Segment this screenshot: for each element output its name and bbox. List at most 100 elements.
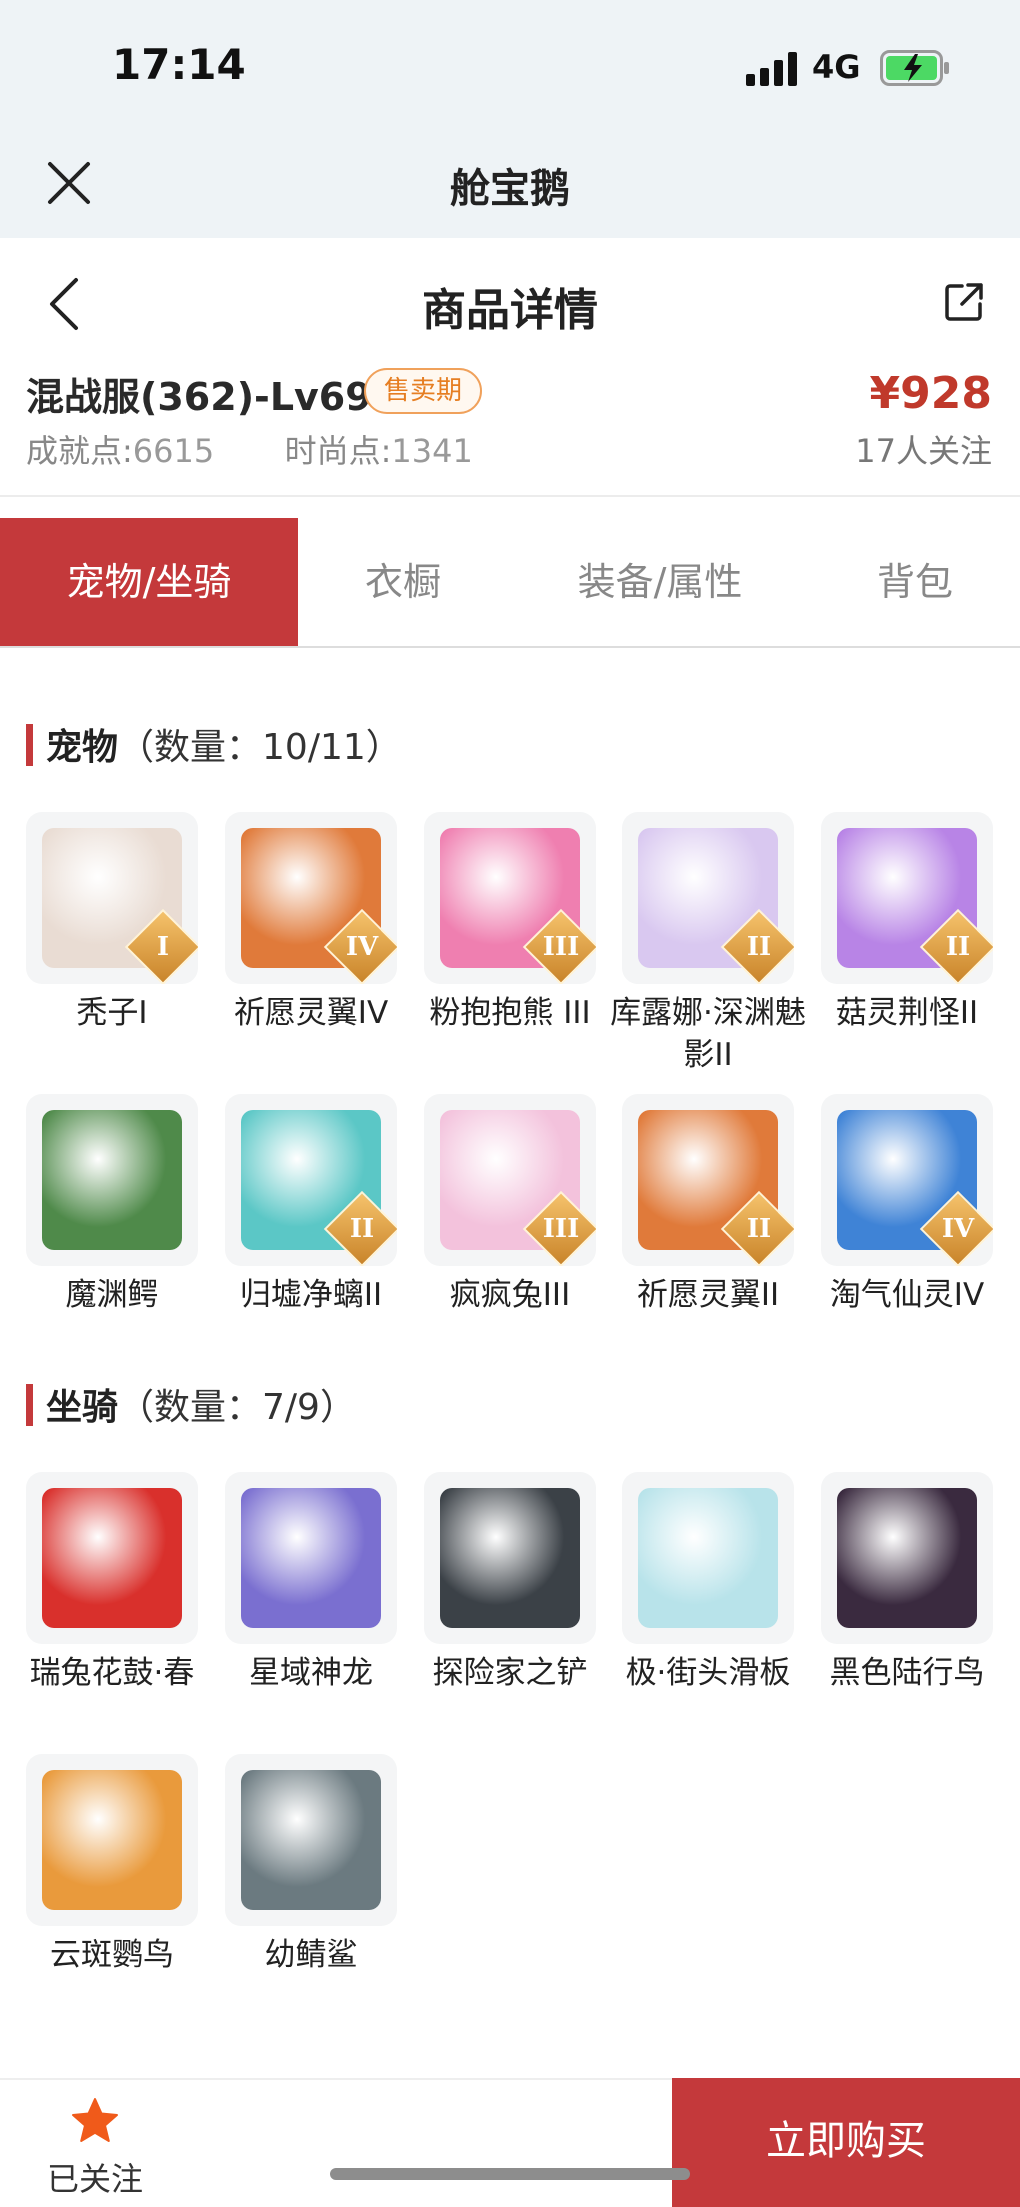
page-header: 商品详情 — [0, 238, 1020, 368]
rank-badge-text: I — [156, 932, 170, 962]
mounts-count: （数量：7/9） — [118, 1387, 356, 1428]
section-marker — [26, 1384, 33, 1426]
item-thumbnail — [424, 1472, 596, 1644]
product-info: 混战服(362)-Lv69 售卖期 成就点:6615 时尚点:1341 ¥928… — [0, 362, 1020, 497]
item-label: 祈愿灵翼II — [636, 1277, 780, 1313]
rank-badge-text: IV — [941, 1214, 975, 1244]
rank-badge-text: II — [349, 1214, 375, 1244]
rank-badge-text: II — [746, 932, 772, 962]
mounts-section-title: 坐骑（数量：7/9） — [46, 1378, 356, 1430]
network-type: 4G — [812, 48, 861, 86]
item-label: 粉抱抱熊 III — [429, 995, 591, 1031]
item-image — [241, 1488, 381, 1628]
item-label: 疯疯兔III — [449, 1277, 571, 1313]
app-title: 舱宝鹅 — [450, 166, 570, 212]
item-thumbnail: II — [622, 1094, 794, 1266]
item-image — [440, 1488, 580, 1628]
grid-item[interactable]: III 疯疯兔III — [424, 1094, 596, 1316]
item-thumbnail — [622, 1472, 794, 1644]
follow-label: 已关注 — [46, 2160, 143, 2198]
grid-item[interactable]: IV 祈愿灵翼IV — [225, 812, 397, 1034]
fashion-label: 时尚点: — [284, 432, 392, 470]
item-label: 淘气仙灵IV — [829, 1277, 985, 1313]
item-image — [42, 1110, 182, 1250]
follow-button[interactable]: 已关注 — [0, 2080, 190, 2207]
pets-title: 宠物 — [46, 727, 119, 768]
item-image — [42, 1488, 182, 1628]
item-image — [42, 1770, 182, 1910]
pets-count: （数量：10/11） — [118, 727, 402, 768]
item-label: 星域神龙 — [249, 1655, 373, 1691]
mounts-title: 坐骑 — [46, 1387, 119, 1428]
rank-badge-text: III — [542, 932, 580, 962]
item-label: 瑞兔花鼓·春 — [29, 1655, 195, 1691]
grid-item[interactable]: 魔渊鳄 — [26, 1094, 198, 1316]
grid-item[interactable]: III 粉抱抱熊 III — [424, 812, 596, 1034]
grid-item[interactable]: 瑞兔花鼓·春 — [26, 1472, 198, 1694]
item-thumbnail — [821, 1472, 993, 1644]
status-bar: 17:14 4G — [0, 0, 1020, 140]
grid-item[interactable]: 星域神龙 — [225, 1472, 397, 1694]
item-thumbnail: IV — [225, 812, 397, 984]
tab-backpack[interactable]: 背包 — [820, 518, 1010, 646]
item-label: 菇灵荆怪II — [835, 995, 979, 1031]
grid-item[interactable]: II 菇灵荆怪II — [821, 812, 993, 1034]
item-image — [638, 1488, 778, 1628]
price: ¥928 — [869, 368, 992, 419]
grid-item[interactable]: 黑色陆行鸟 — [821, 1472, 993, 1694]
item-thumbnail: I — [26, 812, 198, 984]
item-thumbnail: III — [424, 812, 596, 984]
item-label: 幼鲭鲨 — [264, 1937, 358, 1973]
home-indicator — [330, 2168, 690, 2180]
grid-item[interactable]: 幼鲭鲨 — [225, 1754, 397, 1976]
page-title: 商品详情 — [422, 285, 598, 336]
item-thumbnail: II — [225, 1094, 397, 1266]
item-thumbnail — [26, 1754, 198, 1926]
rank-badge-text: III — [542, 1214, 580, 1244]
item-thumbnail: II — [622, 812, 794, 984]
signal-icon — [746, 52, 798, 86]
item-thumbnail — [225, 1472, 397, 1644]
product-name: 混战服(362)-Lv69 — [26, 375, 372, 419]
item-label: 归墟净螭II — [239, 1277, 383, 1313]
item-image — [241, 1770, 381, 1910]
buy-now-button[interactable]: 立即购买 — [672, 2078, 1020, 2207]
rank-badge-text: II — [945, 932, 971, 962]
item-thumbnail: IV — [821, 1094, 993, 1266]
follower-count: 17人关注 — [855, 432, 992, 470]
item-label: 魔渊鳄 — [65, 1277, 159, 1313]
tab-equipment[interactable]: 装备/属性 — [540, 518, 780, 646]
rank-badge-text: II — [746, 1214, 772, 1244]
tab-bar: 宠物/坐骑 衣橱 装备/属性 背包 — [0, 518, 1020, 648]
status-time: 17:14 — [112, 40, 246, 89]
star-icon — [72, 2098, 118, 2142]
fashion-value: 1341 — [391, 432, 473, 470]
rank-badge-text: IV — [345, 932, 379, 962]
item-label: 云斑鹦鸟 — [50, 1937, 174, 1973]
grid-item[interactable]: 探险家之铲 — [424, 1472, 596, 1694]
pets-section-title: 宠物（数量：10/11） — [46, 718, 402, 770]
item-label: 库露娜·深渊魅影II — [610, 995, 806, 1073]
status-badge: 售卖期 — [364, 368, 483, 414]
item-image — [837, 1488, 977, 1628]
grid-item[interactable]: II 祈愿灵翼II — [622, 1094, 794, 1316]
tab-wardrobe[interactable]: 衣橱 — [298, 518, 508, 646]
item-thumbnail — [26, 1094, 198, 1266]
share-icon[interactable] — [944, 282, 984, 322]
grid-item[interactable]: 云斑鹦鸟 — [26, 1754, 198, 1976]
item-thumbnail — [225, 1754, 397, 1926]
item-label: 探险家之铲 — [432, 1655, 588, 1691]
item-label: 祈愿灵翼IV — [233, 995, 389, 1031]
battery-icon — [880, 50, 949, 86]
grid-item[interactable]: II 库露娜·深渊魅影II — [610, 812, 806, 1076]
item-label: 黑色陆行鸟 — [829, 1655, 985, 1691]
tab-pets-mounts[interactable]: 宠物/坐骑 — [0, 518, 298, 646]
grid-item[interactable]: IV 淘气仙灵IV — [821, 1094, 993, 1316]
grid-item[interactable]: 极·街头滑板 — [622, 1472, 794, 1694]
bottom-bar: 已关注 立即购买 — [0, 2078, 1020, 2207]
item-thumbnail: III — [424, 1094, 596, 1266]
section-marker — [26, 724, 33, 766]
app-bar: 舱宝鹅 — [0, 140, 1020, 238]
grid-item[interactable]: I 秃子I — [26, 812, 198, 1034]
grid-item[interactable]: II 归墟净螭II — [225, 1094, 397, 1316]
